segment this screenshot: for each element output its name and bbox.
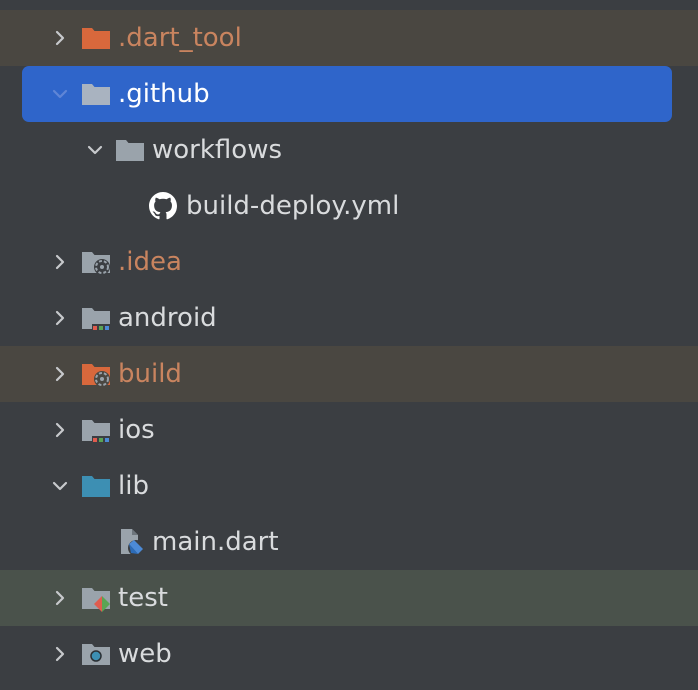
tree-item-label: main.dart bbox=[152, 527, 279, 557]
tree-item-workflows[interactable]: workflows bbox=[0, 122, 698, 178]
chevron-right-icon[interactable] bbox=[50, 364, 70, 384]
idea-settings-folder-icon bbox=[82, 252, 110, 275]
tree-item-label: android bbox=[118, 303, 217, 333]
dart-file-icon bbox=[121, 529, 144, 556]
tree-item-label: build-deploy.yml bbox=[186, 191, 400, 221]
android-module-folder-icon bbox=[82, 308, 111, 332]
chevron-right-icon[interactable] bbox=[50, 28, 70, 48]
tree-item-idea[interactable]: .idea bbox=[0, 234, 698, 290]
tree-item-build[interactable]: build bbox=[0, 346, 698, 402]
tree-item-label: lib bbox=[118, 471, 149, 501]
tree-item-build-deploy-yml[interactable]: build-deploy.yml bbox=[0, 178, 698, 234]
chevron-right-icon[interactable] bbox=[50, 420, 70, 440]
excluded-build-folder-icon bbox=[82, 364, 110, 387]
chevron-down-icon[interactable] bbox=[85, 140, 105, 160]
tree-item-github[interactable]: .github bbox=[0, 66, 698, 122]
chevron-right-icon[interactable] bbox=[50, 308, 70, 328]
tree-item-lib[interactable]: lib bbox=[0, 458, 698, 514]
tree-item-dart-tool[interactable]: .dart_tool bbox=[0, 10, 698, 66]
tree-item-ios[interactable]: ios bbox=[0, 402, 698, 458]
folder-icon bbox=[82, 84, 110, 105]
ios-module-folder-icon bbox=[82, 420, 111, 444]
excluded-folder-icon bbox=[82, 28, 110, 49]
tree-top-strip bbox=[0, 0, 698, 10]
tree-item-test[interactable]: test bbox=[0, 570, 698, 626]
tree-item-label: .dart_tool bbox=[118, 23, 242, 53]
tree-item-label: build bbox=[118, 359, 182, 389]
chevron-down-icon[interactable] bbox=[50, 84, 70, 104]
project-tree: .dart_tool .github workflows build-deplo… bbox=[0, 0, 698, 690]
github-icon bbox=[149, 192, 177, 220]
chevron-right-icon[interactable] bbox=[50, 644, 70, 664]
tree-item-label: test bbox=[118, 583, 168, 613]
tree-item-label: .idea bbox=[118, 247, 182, 277]
folder-icon bbox=[116, 140, 144, 161]
chevron-right-icon[interactable] bbox=[50, 588, 70, 608]
tree-item-web[interactable]: web bbox=[0, 626, 698, 682]
tree-item-main-dart[interactable]: main.dart bbox=[0, 514, 698, 570]
tree-item-label: web bbox=[118, 639, 172, 669]
tree-item-android[interactable]: android bbox=[0, 290, 698, 346]
web-folder-icon bbox=[82, 644, 110, 665]
chevron-down-icon[interactable] bbox=[50, 476, 70, 496]
tree-item-label: ios bbox=[118, 415, 155, 445]
tree-item-label: .github bbox=[118, 79, 210, 109]
source-folder-icon bbox=[82, 476, 110, 497]
test-folder-icon bbox=[82, 588, 110, 612]
tree-item-label: workflows bbox=[152, 135, 283, 165]
chevron-right-icon[interactable] bbox=[50, 252, 70, 272]
